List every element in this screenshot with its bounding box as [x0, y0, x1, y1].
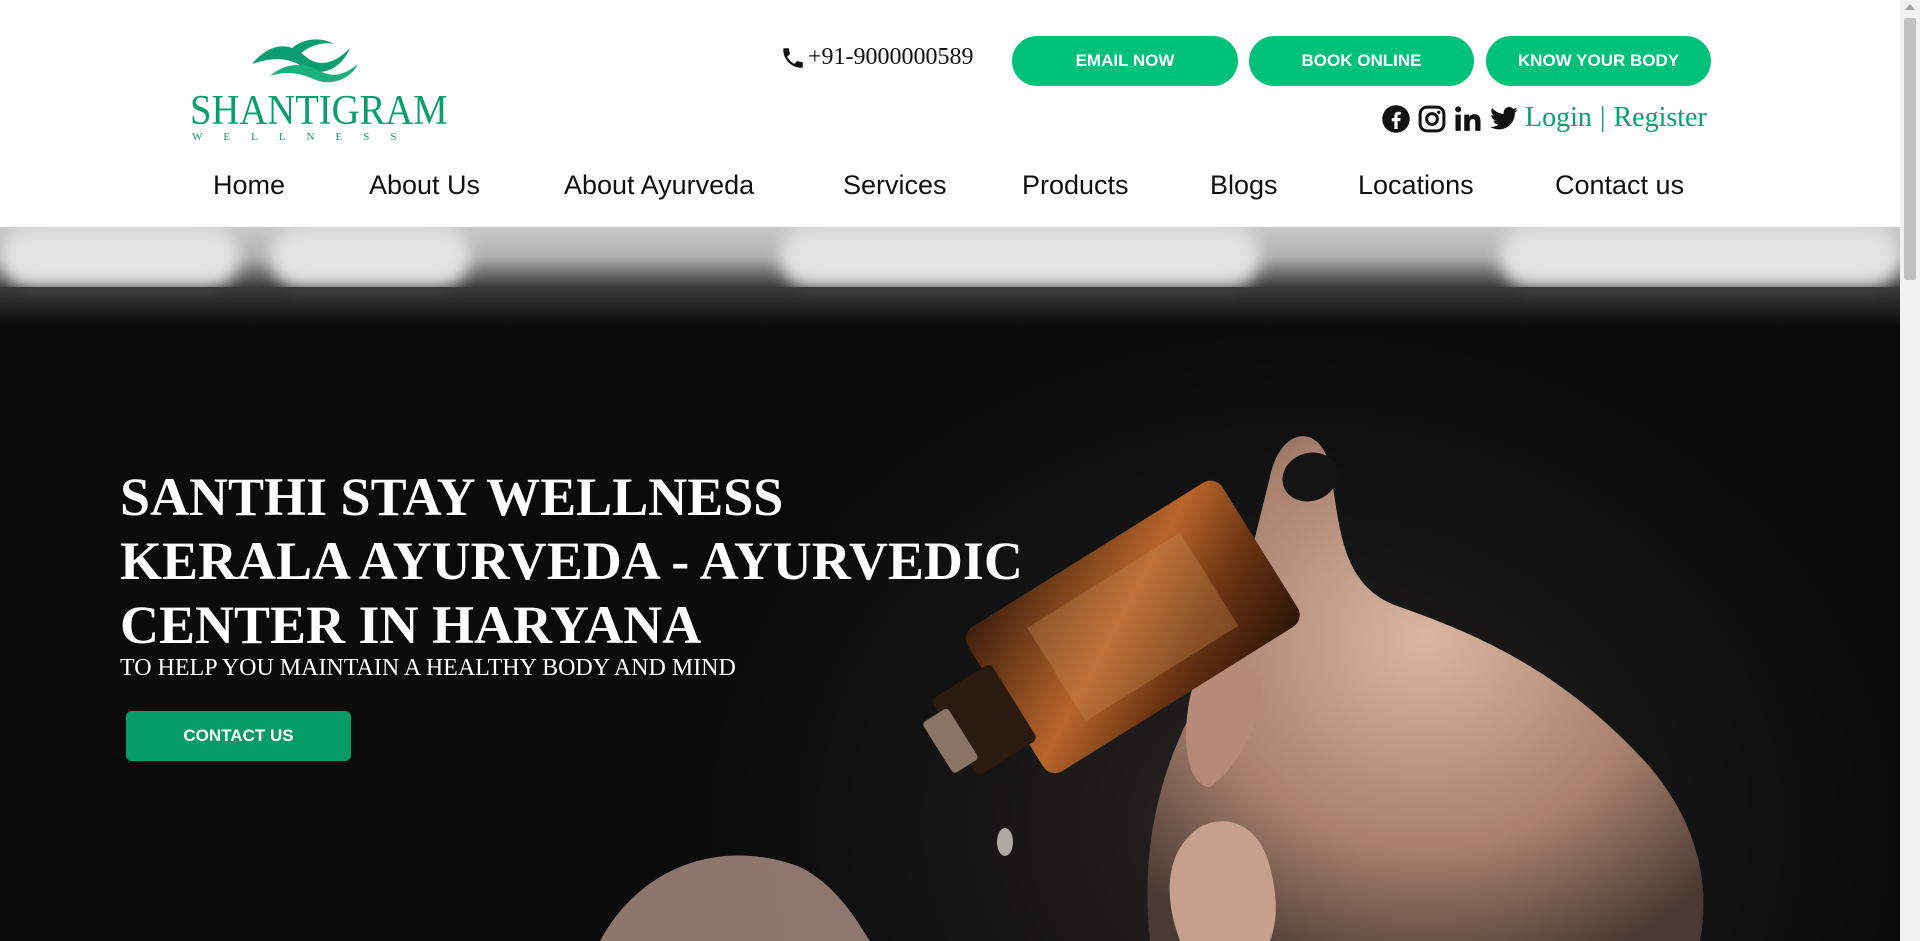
brand-name: SHANTIGRAM	[190, 88, 448, 134]
hero-title-line2: KERALA AYURVEDA - AYURVEDIC	[120, 531, 1023, 591]
twitter-icon[interactable]	[1488, 103, 1520, 135]
hero-title-line1: SANTHI STAY WELLNESS	[120, 467, 784, 527]
social-links	[1380, 103, 1520, 135]
register-link[interactable]: Register	[1614, 102, 1707, 134]
auth-links: Login | Register	[1525, 102, 1707, 134]
hero-title: SANTHI STAY WELLNESS KERALA AYURVEDA - A…	[120, 465, 1100, 657]
nav-locations[interactable]: Locations	[1358, 170, 1474, 201]
phone-icon	[783, 47, 803, 68]
site-header: SHANTIGRAM WELLNESS +91-9000000589 EMAIL…	[0, 0, 1900, 227]
hero-subtitle: TO HELP YOU MAINTAIN A HEALTHY BODY AND …	[120, 655, 736, 681]
brand-tagline: WELLNESS	[192, 131, 418, 143]
nav-home[interactable]: Home	[213, 170, 285, 201]
nav-about-ayurveda[interactable]: About Ayurveda	[564, 170, 754, 201]
phone-number: +91-9000000589	[808, 44, 974, 70]
page-scrollbar[interactable]	[1900, 0, 1920, 941]
nav-blogs[interactable]: Blogs	[1210, 170, 1278, 201]
book-online-button[interactable]: BOOK ONLINE	[1249, 36, 1474, 86]
hero-title-line3: CENTER IN HARYANA	[120, 595, 702, 655]
linkedin-icon[interactable]	[1452, 103, 1484, 135]
login-link[interactable]: Login	[1525, 102, 1592, 134]
facebook-icon[interactable]	[1380, 103, 1412, 135]
phone-contact[interactable]: +91-9000000589	[780, 44, 974, 71]
contact-us-button[interactable]: CONTACT US	[126, 711, 351, 761]
email-now-button[interactable]: EMAIL NOW	[1012, 36, 1238, 86]
leaf-wave-icon	[252, 39, 358, 83]
nav-contact-us[interactable]: Contact us	[1555, 170, 1684, 201]
brand-logo[interactable]: SHANTIGRAM WELLNESS	[190, 34, 448, 143]
know-your-body-button[interactable]: KNOW YOUR BODY	[1486, 36, 1711, 86]
hero-banner: SANTHI STAY WELLNESS KERALA AYURVEDA - A…	[0, 227, 1900, 941]
nav-about-us[interactable]: About Us	[369, 170, 480, 201]
scroll-up-icon[interactable]	[1905, 4, 1915, 10]
auth-separator: |	[1599, 102, 1606, 133]
nav-products[interactable]: Products	[1022, 170, 1129, 201]
main-nav: Home About Us About Ayurveda Services Pr…	[0, 170, 1900, 210]
scrollbar-thumb[interactable]	[1904, 18, 1916, 280]
instagram-icon[interactable]	[1416, 103, 1448, 135]
nav-services[interactable]: Services	[843, 170, 947, 201]
